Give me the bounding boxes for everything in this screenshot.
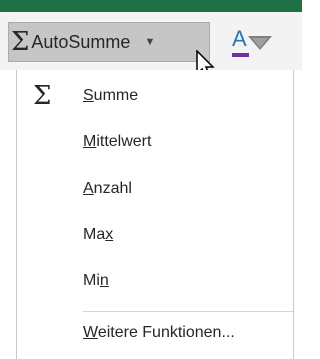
caret-down-icon[interactable]: ▼ <box>144 36 155 48</box>
menu-item-label: Max <box>83 226 114 243</box>
autosum-label: AutoSumme <box>31 31 131 52</box>
menu-separator <box>83 311 293 312</box>
menu-item-mittelwert[interactable]: Mittelwert <box>17 124 293 160</box>
triangle-down-inner <box>252 38 268 48</box>
menu-item-summe[interactable]: Σ Summe <box>17 78 293 114</box>
font-color-swatch <box>232 53 249 57</box>
menu-item-label: Summe <box>83 87 139 104</box>
menu-item-label: Min <box>83 272 109 289</box>
autosum-dropdown-menu: Σ Summe Mittelwert Anzahl Max Min Weiter… <box>16 70 294 359</box>
menu-item-label: Anzahl <box>83 180 132 197</box>
menu-item-weitere-funktionen[interactable]: Weitere Funktionen... <box>17 315 293 351</box>
font-color-icon: A <box>232 26 247 51</box>
menu-item-min[interactable]: Min <box>17 263 293 299</box>
menu-item-label: Mittelwert <box>83 133 152 150</box>
menu-item-anzahl[interactable]: Anzahl <box>17 171 293 207</box>
font-color-button[interactable]: A <box>226 26 276 58</box>
autosum-button[interactable]: Σ AutoSumme ▼ <box>8 22 210 62</box>
menu-item-max[interactable]: Max <box>17 217 293 253</box>
menu-item-label: Weitere Funktionen... <box>83 324 235 341</box>
sigma-icon: Σ <box>11 27 30 57</box>
ribbon-accent-bar <box>0 0 302 12</box>
sigma-icon: Σ <box>33 81 52 111</box>
